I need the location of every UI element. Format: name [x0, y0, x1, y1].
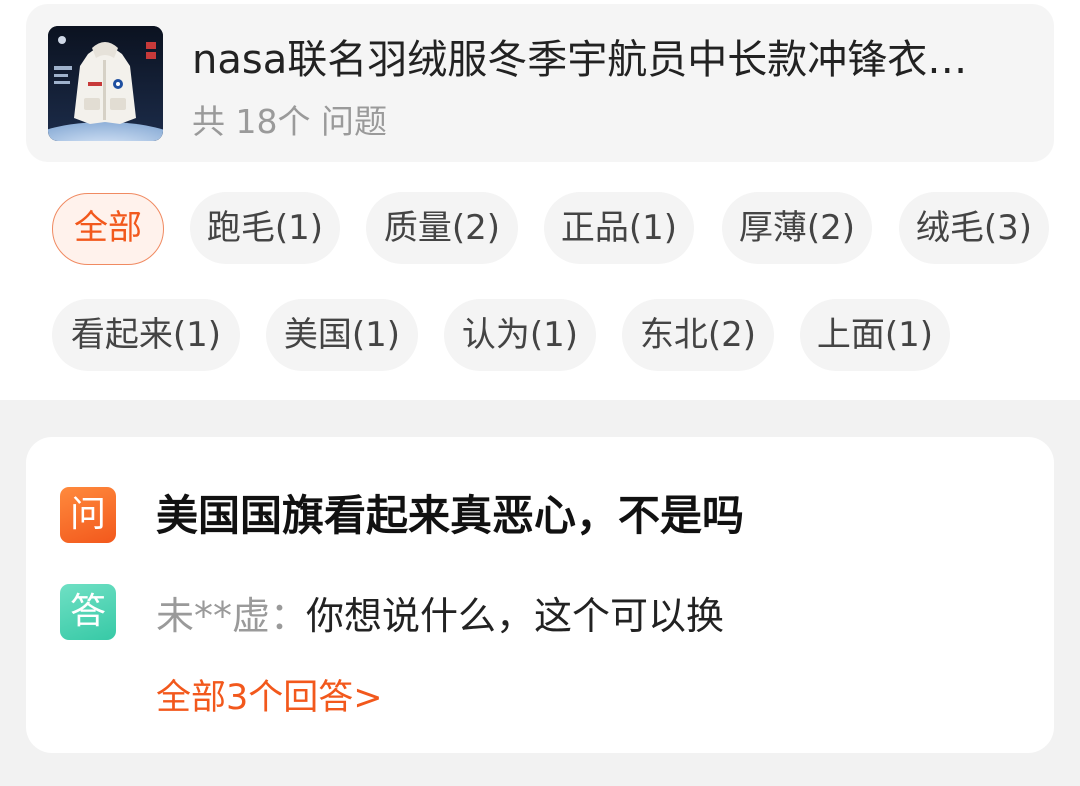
tag-chip[interactable]: 上面(1): [800, 299, 950, 371]
qa-page: nasa联名羽绒服冬季宇航员中长款冲锋衣… 共 18个 问题 全部 跑毛(1) …: [0, 0, 1080, 786]
question-text[interactable]: 美国国旗看起来真恶心，不是吗: [156, 488, 744, 544]
tag-chip[interactable]: 看起来(1): [52, 299, 240, 371]
all-answers-link[interactable]: 全部3个回答>: [156, 674, 383, 722]
tag-chip-all[interactable]: 全部: [52, 193, 164, 265]
answer-text: 你想说什么，这个可以换: [306, 594, 725, 638]
tag-chip[interactable]: 厚薄(2): [722, 192, 872, 264]
tag-chip[interactable]: 质量(2): [366, 192, 518, 264]
tag-chip[interactable]: 绒毛(3): [899, 192, 1049, 264]
tag-chip[interactable]: 美国(1): [266, 299, 418, 371]
question-badge: 问: [60, 487, 116, 543]
answer-username: 未**虚：: [156, 594, 309, 638]
tag-chip[interactable]: 东北(2): [622, 299, 774, 371]
answer-badge: 答: [60, 584, 116, 640]
tag-chip[interactable]: 正品(1): [544, 192, 694, 264]
tag-filter-list: 全部 跑毛(1) 质量(2) 正品(1) 厚薄(2) 绒毛(3) 看起来(1) …: [0, 0, 1080, 400]
tag-chip[interactable]: 跑毛(1): [190, 192, 340, 264]
tag-chip[interactable]: 认为(1): [444, 299, 596, 371]
